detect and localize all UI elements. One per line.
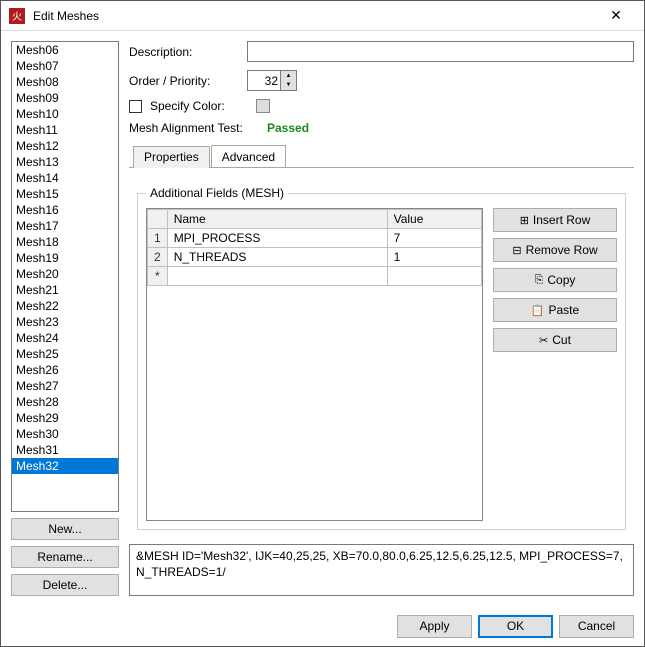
dialog-content: Mesh06Mesh07Mesh08Mesh09Mesh10Mesh11Mesh…	[1, 31, 644, 606]
fieldset-legend: Additional Fields (MESH)	[146, 186, 288, 200]
cell-name[interactable]: N_THREADS	[167, 248, 387, 267]
mesh-list-item[interactable]: Mesh28	[12, 394, 118, 410]
paste-icon: 📋	[531, 304, 545, 317]
alignment-status: Passed	[267, 121, 309, 135]
close-icon: ✕	[610, 7, 622, 24]
cut-icon: ✂	[539, 334, 548, 347]
cell-value[interactable]: 1	[387, 248, 481, 267]
ok-button[interactable]: OK	[478, 615, 553, 638]
mesh-list-item[interactable]: Mesh26	[12, 362, 118, 378]
row-number: 2	[148, 248, 168, 267]
mesh-list-item[interactable]: Mesh06	[12, 42, 118, 58]
insert-row-button[interactable]: ⊞Insert Row	[493, 208, 617, 232]
color-swatch[interactable]	[256, 99, 270, 113]
remove-row-button[interactable]: ⊟Remove Row	[493, 238, 617, 262]
order-label: Order / Priority:	[129, 74, 239, 88]
row-number: 1	[148, 229, 168, 248]
dialog-footer: Apply OK Cancel	[1, 606, 644, 646]
cell-value[interactable]: 7	[387, 229, 481, 248]
mesh-list-item[interactable]: Mesh19	[12, 250, 118, 266]
color-row: Specify Color:	[129, 99, 634, 113]
table-row[interactable]: 2N_THREADS1	[148, 248, 482, 267]
description-input[interactable]	[247, 41, 634, 62]
cut-button[interactable]: ✂Cut	[493, 328, 617, 352]
new-button[interactable]: New...	[11, 518, 119, 540]
delete-button[interactable]: Delete...	[11, 574, 119, 596]
paste-button[interactable]: 📋Paste	[493, 298, 617, 322]
mesh-list-item[interactable]: Mesh12	[12, 138, 118, 154]
app-icon: 火	[9, 8, 25, 24]
mesh-list[interactable]: Mesh06Mesh07Mesh08Mesh09Mesh10Mesh11Mesh…	[11, 41, 119, 512]
mesh-list-item[interactable]: Mesh27	[12, 378, 118, 394]
form-area: Description: Order / Priority: ▲ ▼	[129, 41, 634, 538]
order-spinner[interactable]: ▲ ▼	[247, 70, 297, 91]
description-row: Description:	[129, 41, 634, 62]
cell-name[interactable]: MPI_PROCESS	[167, 229, 387, 248]
mesh-list-item[interactable]: Mesh08	[12, 74, 118, 90]
mesh-list-item[interactable]: Mesh15	[12, 186, 118, 202]
spinner-down[interactable]: ▼	[281, 81, 296, 91]
mesh-list-item[interactable]: Mesh31	[12, 442, 118, 458]
tab-strip: Properties Advanced	[129, 145, 634, 168]
cell-value[interactable]	[387, 267, 481, 286]
right-column: Description: Order / Priority: ▲ ▼	[129, 41, 634, 596]
mesh-list-item[interactable]: Mesh13	[12, 154, 118, 170]
mesh-list-item[interactable]: Mesh09	[12, 90, 118, 106]
mesh-list-item[interactable]: Mesh10	[12, 106, 118, 122]
tab-properties[interactable]: Properties	[133, 146, 210, 168]
mesh-list-item[interactable]: Mesh23	[12, 314, 118, 330]
mesh-list-item[interactable]: Mesh29	[12, 410, 118, 426]
mesh-list-item[interactable]: Mesh16	[12, 202, 118, 218]
row-number: *	[148, 267, 168, 286]
specify-color-checkbox[interactable]	[129, 100, 142, 113]
grid-buttons: ⊞Insert Row ⊟Remove Row ⎘Copy 📋Paste ✂Cu…	[493, 208, 617, 521]
insert-row-icon: ⊞	[520, 214, 529, 227]
mesh-list-item[interactable]: Mesh30	[12, 426, 118, 442]
alignment-row: Mesh Alignment Test: Passed	[129, 121, 634, 135]
alignment-label: Mesh Alignment Test:	[129, 121, 259, 135]
left-column: Mesh06Mesh07Mesh08Mesh09Mesh10Mesh11Mesh…	[11, 41, 119, 596]
window-title: Edit Meshes	[33, 9, 596, 23]
mesh-list-item[interactable]: Mesh24	[12, 330, 118, 346]
mesh-list-item[interactable]: Mesh17	[12, 218, 118, 234]
rename-button[interactable]: Rename...	[11, 546, 119, 568]
remove-row-icon: ⊟	[512, 244, 521, 257]
mesh-list-item[interactable]: Mesh25	[12, 346, 118, 362]
mesh-list-item[interactable]: Mesh22	[12, 298, 118, 314]
specify-color-label: Specify Color:	[150, 99, 246, 113]
table-row[interactable]: 1MPI_PROCESS7	[148, 229, 482, 248]
fields-grid[interactable]: Name Value 1MPI_PROCESS72N_THREADS1*	[146, 208, 483, 521]
mesh-list-item[interactable]: Mesh07	[12, 58, 118, 74]
edit-meshes-dialog: 火 Edit Meshes ✕ Mesh06Mesh07Mesh08Mesh09…	[0, 0, 645, 647]
mesh-list-item[interactable]: Mesh18	[12, 234, 118, 250]
apply-button[interactable]: Apply	[397, 615, 472, 638]
close-button[interactable]: ✕	[596, 2, 636, 30]
spinner-up[interactable]: ▲	[281, 71, 296, 81]
cancel-button[interactable]: Cancel	[559, 615, 634, 638]
additional-fields-fieldset: Additional Fields (MESH) Name Value	[137, 186, 626, 530]
titlebar: 火 Edit Meshes ✕	[1, 1, 644, 31]
mesh-output[interactable]: &MESH ID='Mesh32', IJK=40,25,25, XB=70.0…	[129, 544, 634, 596]
mesh-list-item[interactable]: Mesh11	[12, 122, 118, 138]
col-value-header[interactable]: Value	[387, 210, 481, 229]
mesh-list-item[interactable]: Mesh32	[12, 458, 118, 474]
copy-button[interactable]: ⎘Copy	[493, 268, 617, 292]
mesh-list-item[interactable]: Mesh21	[12, 282, 118, 298]
col-name-header[interactable]: Name	[167, 210, 387, 229]
copy-icon: ⎘	[535, 274, 544, 287]
mesh-list-item[interactable]: Mesh14	[12, 170, 118, 186]
cell-name[interactable]	[167, 267, 387, 286]
table-row[interactable]: *	[148, 267, 482, 286]
tab-advanced[interactable]: Advanced	[211, 145, 286, 167]
col-rownum	[148, 210, 168, 229]
description-label: Description:	[129, 45, 239, 59]
order-input[interactable]	[248, 71, 280, 90]
order-row: Order / Priority: ▲ ▼	[129, 70, 634, 91]
mesh-list-item[interactable]: Mesh20	[12, 266, 118, 282]
advanced-panel: Additional Fields (MESH) Name Value	[129, 176, 634, 538]
